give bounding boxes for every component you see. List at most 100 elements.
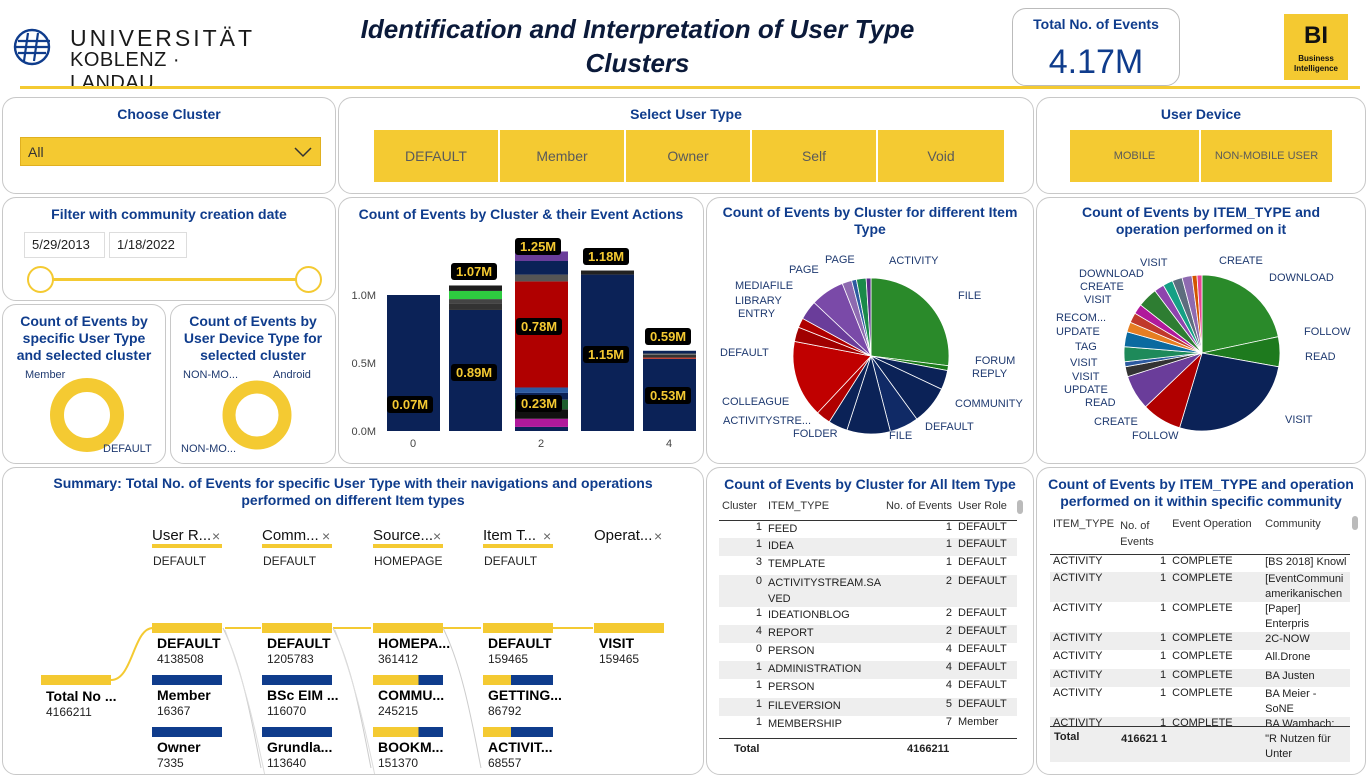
user-type-member[interactable]: Member [500, 130, 626, 182]
table1-header-item-type[interactable]: ITEM_TYPE [765, 500, 881, 520]
bar-data-label: 0.23M [516, 395, 563, 412]
table1-scrollbar[interactable] [1017, 500, 1023, 514]
date-slider-end-handle[interactable] [295, 266, 322, 293]
decomp-node-bar[interactable] [373, 623, 443, 633]
table-row[interactable]: 1 FEED 1 DEFAULT [719, 520, 1017, 538]
table2-header-operation[interactable]: Event Operation [1169, 518, 1262, 554]
table-cell: DEFAULT [958, 556, 1007, 569]
pie1-label: PAGE [825, 254, 855, 266]
user-type-void[interactable]: Void [878, 130, 1004, 182]
table-row[interactable]: ACTIVITY 1 COMPLETE All.Drone [1050, 650, 1350, 668]
pie2-label: CREATE [1094, 416, 1138, 428]
table-row[interactable]: ACTIVITY 1 COMPLETE [BS 2018] Knowl [1050, 554, 1350, 572]
pie2-label: CREATE [1080, 281, 1124, 293]
decomp-node-bar[interactable] [483, 727, 553, 737]
table-cell: 1 [1117, 668, 1170, 687]
summary-underline [152, 544, 222, 548]
table1: Cluster ITEM_TYPE No. of Events User Rol… [719, 500, 1017, 734]
table-cluster-card: Count of Events by Cluster for All Item … [706, 467, 1034, 775]
bar-segment [449, 303, 502, 310]
table-row[interactable]: 1 MEMBERSHIP 7 Member [719, 716, 1017, 734]
bar-chart-card: Count of Events by Cluster & their Event… [338, 197, 704, 464]
table1-header-cluster[interactable]: Cluster [719, 500, 765, 520]
decomp-node-bar[interactable] [483, 623, 553, 633]
table-cell: MEMBERSHIP [768, 717, 842, 730]
close-icon[interactable]: × [543, 528, 551, 544]
device-non-mobile[interactable]: NON-MOBILE USER [1201, 130, 1332, 182]
decomp-node-bar[interactable] [373, 727, 443, 737]
table-cell: 4 [719, 624, 765, 643]
table-cell: ACTIVITY [1053, 554, 1103, 567]
table-cell: 1 [1117, 572, 1170, 603]
decomp-node-bar[interactable] [262, 623, 332, 633]
table-row[interactable]: ACTIVITY 1 COMPLETE [EventCommuni amerikani… [1050, 572, 1350, 603]
end-date-input[interactable]: 1/18/2022 [109, 232, 187, 258]
table-row[interactable]: 1 FILEVERSION 5 DEFAULT [719, 697, 1017, 716]
decomp-node-bar[interactable] [373, 675, 443, 685]
table1-total-row: Total 4166211 [719, 738, 1017, 760]
bar-segment [515, 418, 568, 427]
table-cell: DEFAULT [955, 661, 1017, 680]
summary-underline [373, 544, 443, 548]
table-row[interactable]: 0 ACTIVITYSTREAM.SA VED 2 DEFAULT [719, 574, 1017, 607]
user-type-owner[interactable]: Owner [626, 130, 752, 182]
table2-scrollbar[interactable] [1352, 516, 1358, 530]
table-row[interactable]: 1 IDEA 1 DEFAULT [719, 538, 1017, 557]
decomp-node-bar[interactable] [152, 623, 222, 633]
bar-segment [643, 357, 696, 359]
decomp-node-bar[interactable] [594, 623, 664, 633]
decomp-node-bar[interactable] [262, 675, 332, 685]
user-type-self[interactable]: Self [752, 130, 878, 182]
table-row[interactable]: 0 PERSON 4 DEFAULT [719, 643, 1017, 661]
summary-underline [483, 544, 553, 548]
table-cell: ACTIVITY [1053, 686, 1103, 699]
start-date-input[interactable]: 5/29/2013 [24, 232, 105, 258]
close-icon[interactable]: × [654, 528, 662, 544]
table-row[interactable]: ACTIVITY 1 COMPLETE BA Justen [1050, 668, 1350, 687]
bar-data-label: 0.89M [451, 364, 498, 381]
table-cell: 1 [1160, 554, 1167, 567]
date-slider-start-handle[interactable] [27, 266, 54, 293]
table-row[interactable]: 1 ADMINISTRATION 4 DEFAULT [719, 661, 1017, 680]
decomp-node-bar[interactable] [262, 727, 332, 737]
pie1-label: DEFAULT [720, 347, 769, 359]
device-mobile[interactable]: MOBILE [1070, 130, 1201, 182]
decomp-node-name: DEFAULT [267, 635, 331, 651]
close-icon[interactable]: × [212, 528, 220, 544]
table-cell: ADMINISTRATION [765, 661, 881, 680]
table-row[interactable]: 3 TEMPLATE 1 DEFAULT [719, 556, 1017, 574]
date-slider-track[interactable] [40, 278, 308, 281]
bar-segment [643, 353, 696, 355]
table2-header-events[interactable]: No. of Events [1117, 518, 1169, 554]
decomp-node-bar[interactable] [152, 675, 222, 685]
table1-header-events[interactable]: No. of Events [881, 500, 955, 520]
table2-header-item-type[interactable]: ITEM_TYPE [1050, 518, 1117, 554]
table-cell: 4 [945, 642, 952, 655]
decomp-node-bar[interactable] [152, 727, 222, 737]
close-icon[interactable]: × [322, 528, 330, 544]
table1-header-user-role[interactable]: User Role [955, 500, 1017, 520]
table-row[interactable]: ACTIVITY 1 COMPLETE BA Meier - SoNE [1050, 687, 1350, 717]
pie1-label: ACTIVITY [889, 255, 939, 267]
pie-operation-card: Count of Events by ITEM_TYPE and operati… [1036, 197, 1366, 464]
table2-header-community[interactable]: Community [1262, 518, 1350, 554]
table2-title: Count of Events by ITEM_TYPE and operati… [1048, 476, 1354, 509]
decomp-node-name: VISIT [599, 635, 635, 651]
bar-data-label: 1.25M [515, 238, 562, 255]
table-cell: DEFAULT [958, 679, 1007, 692]
close-icon[interactable]: × [433, 528, 441, 544]
user-type-default[interactable]: DEFAULT [374, 130, 500, 182]
decomp-node-bar[interactable] [483, 675, 553, 685]
table-row[interactable]: 1 IDEATIONBLOG 2 DEFAULT [719, 607, 1017, 625]
table-cell: 1 [719, 661, 765, 680]
table-cell: COMPLETE [1169, 572, 1263, 603]
table-row[interactable]: 4 REPORT 2 DEFAULT [719, 624, 1017, 643]
table-row[interactable]: 1 PERSON 4 DEFAULT [719, 679, 1017, 697]
table-row[interactable]: ACTIVITY 1 COMPLETE [Paper] Enterpris [1050, 602, 1350, 632]
summary-root-bar[interactable] [41, 675, 111, 685]
kpi-card: Total No. of Events 4.17M [1012, 8, 1180, 86]
pie-item-type-card: Count of Events by Cluster for different… [706, 197, 1034, 464]
decomp-node-name: Member [157, 687, 211, 703]
cluster-dropdown[interactable]: All [20, 137, 321, 166]
table-row[interactable]: ACTIVITY 1 COMPLETE 2C-NOW [1050, 632, 1350, 651]
